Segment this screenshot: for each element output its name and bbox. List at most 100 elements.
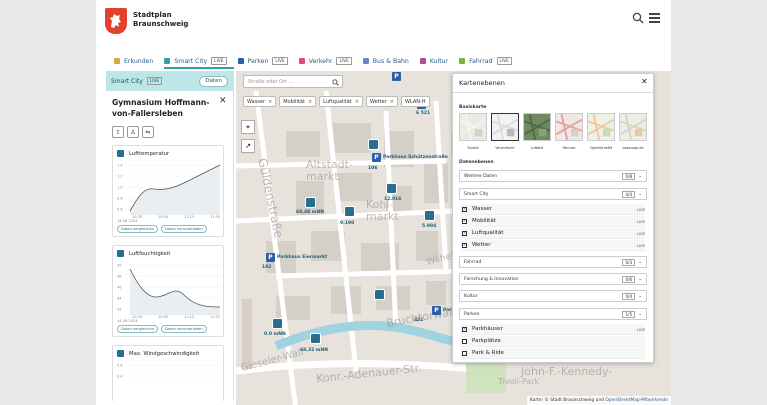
sensor-pin[interactable] [310,333,321,344]
x-tick-label: 11:15 [184,215,194,219]
remove-filter-icon[interactable]: × [308,99,312,105]
sensor-label: 12.016 [384,197,402,202]
layer-checkbox[interactable]: ✓ [462,206,467,212]
sensor-pin[interactable] [386,183,397,194]
compare-data-button[interactable]: Daten vergleichen [117,225,158,233]
layer-group[interactable]: Kultur 0/4 ⌄ [459,290,647,302]
search-icon[interactable] [632,12,644,24]
chart-icon [117,250,124,257]
layer-group-label: Kultur [464,293,478,299]
layer-group-label: Smart City [464,191,489,197]
filter-chip[interactable]: WLAN-H [401,96,430,107]
person-icon[interactable]: ♙ [127,126,139,138]
layer-row[interactable]: ✓ Luftqualität LIVE [461,228,645,239]
layer-group-count: 0/3 [622,258,636,266]
tab-parken[interactable]: Parken LIVE [237,55,288,67]
basemap-thumbnail [523,113,551,141]
filter-chip[interactable]: Wasser × [243,96,277,107]
close-icon[interactable]: ✕ [641,77,648,86]
remove-filter-icon[interactable]: × [268,99,272,105]
remove-filter-icon[interactable]: × [355,99,359,105]
parking-pin[interactable]: P [266,253,275,262]
basemap-option[interactable]: Straße [459,113,487,150]
route-icon[interactable]: ↗ [241,139,255,153]
sensor-pin[interactable] [305,197,316,208]
layer-group[interactable]: Parken 1/5 ⌄ [459,308,647,320]
divider [453,92,653,93]
layer-checkbox[interactable] [462,350,467,356]
remove-filter-icon[interactable]: × [390,99,394,105]
layer-group[interactable]: Weitere Daten 0/8 ⌄ [459,170,647,182]
card-title: Luftfeuchtigkeit [129,250,171,257]
location-icon[interactable]: ⌖ [241,120,255,134]
chevron-down-icon: ⌄ [638,293,642,299]
city-logo[interactable] [105,8,127,34]
search-icon[interactable] [332,79,339,86]
filter-chip[interactable]: Wetter × [366,96,398,107]
map-search-input[interactable]: Straße oder Ort ... [243,75,343,88]
sensor-pin[interactable] [344,206,355,217]
data-button[interactable]: Daten [199,75,228,87]
attribution-text: Karte: © Stadt Braunschweig und [529,398,604,403]
parking-count: 182 [262,265,272,270]
app-window: Stadtplan Braunschweig Erkunden Smart Cit… [96,0,671,405]
parking-count: 421 [414,318,424,323]
layer-row[interactable]: ✓ Parkhäuser LIVE [461,324,645,335]
tab-erkunden[interactable]: Erkunden [114,55,153,67]
layer-row[interactable]: Park & Ride [461,348,645,359]
tab-smart-city[interactable]: Smart City LIVE [164,55,227,67]
compare-data-button[interactable]: Daten vergleichen [117,325,158,333]
brand-title[interactable]: Stadtplan Braunschweig [133,11,188,29]
basemap-option[interactable]: Vereinfacht [491,113,519,150]
layer-row[interactable]: Parkplätze [461,336,645,347]
attribution-link[interactable]: OpenStreetMap-Mitwirkende [605,398,668,403]
layer-label: Luftqualität [472,230,504,236]
filter-chip[interactable]: Mobilität × [279,96,317,107]
layer-group[interactable]: Forschung & Innovation 0/6 ⌄ [459,273,647,285]
basemap-label: OpenStreetM [589,146,613,150]
layer-group[interactable]: Fahrrad 0/3 ⌄ [459,256,647,268]
sensor-chart: 0.6 0.4 [117,364,222,379]
menu-icon[interactable] [649,13,660,23]
tab-verkehr[interactable]: Verkehr LIVE [298,55,352,67]
close-icon[interactable]: ✕ [219,96,227,106]
filter-chip[interactable]: Luftqualität × [319,96,364,107]
layer-checkbox[interactable] [462,338,467,344]
parking-count: 106 [368,166,378,171]
layer-row[interactable]: ✓ Mobilität LIVE [461,216,645,227]
layer-checkbox[interactable]: ✓ [462,218,467,224]
layer-group[interactable]: Smart City 4/4 ⌄ [459,188,647,200]
lion-icon [110,14,121,28]
chevron-down-icon: ⌄ [638,173,642,179]
parking-pin[interactable]: P [392,72,401,81]
basemap-option[interactable]: OpenStreetM [587,113,615,150]
sensor-label: 68,48 mNN [296,210,325,215]
sensor-pin[interactable] [272,318,283,329]
layer-row[interactable]: ✓ Wasser LIVE [461,204,645,215]
parking-pin[interactable]: P [432,306,441,315]
chevron-down-icon: ⌄ [638,259,642,265]
sensor-label: 5.994 [422,224,437,229]
sensor-pin[interactable] [368,139,379,150]
basemap-label: Fahrrad [562,146,576,150]
sensor-pin[interactable] [424,210,435,221]
layer-checkbox[interactable]: ✓ [462,242,467,248]
tab-kultur[interactable]: Kultur [419,55,448,67]
download-data-button[interactable]: Daten herunterladen [161,325,207,333]
layer-checkbox[interactable]: ✓ [462,230,467,236]
parking-pin[interactable]: P [372,153,381,162]
basemap-option[interactable]: basemap.de [619,113,647,150]
sensor-pin[interactable] [374,289,385,300]
layer-checkbox[interactable]: ✓ [462,326,467,332]
tab-fahrrad[interactable]: Fahrrad LIVE [459,55,512,67]
basemap-option[interactable]: Fahrrad [555,113,583,150]
layer-row[interactable]: ✓ Wetter LIVE [461,240,645,251]
sliders-icon[interactable]: ⇋ [142,126,154,138]
tab-bus-bahn[interactable]: Bus & Bahn [362,55,409,67]
layer-group-count: 0/6 [622,275,636,283]
basemap-option[interactable]: Luftbild [523,113,551,150]
download-data-button[interactable]: Daten herunterladen [161,225,207,233]
layer-group-label: Fahrrad [464,259,482,265]
share-icon[interactable]: ⇪ [112,126,124,138]
panel-header: Smart City LIVE Daten [106,71,233,91]
